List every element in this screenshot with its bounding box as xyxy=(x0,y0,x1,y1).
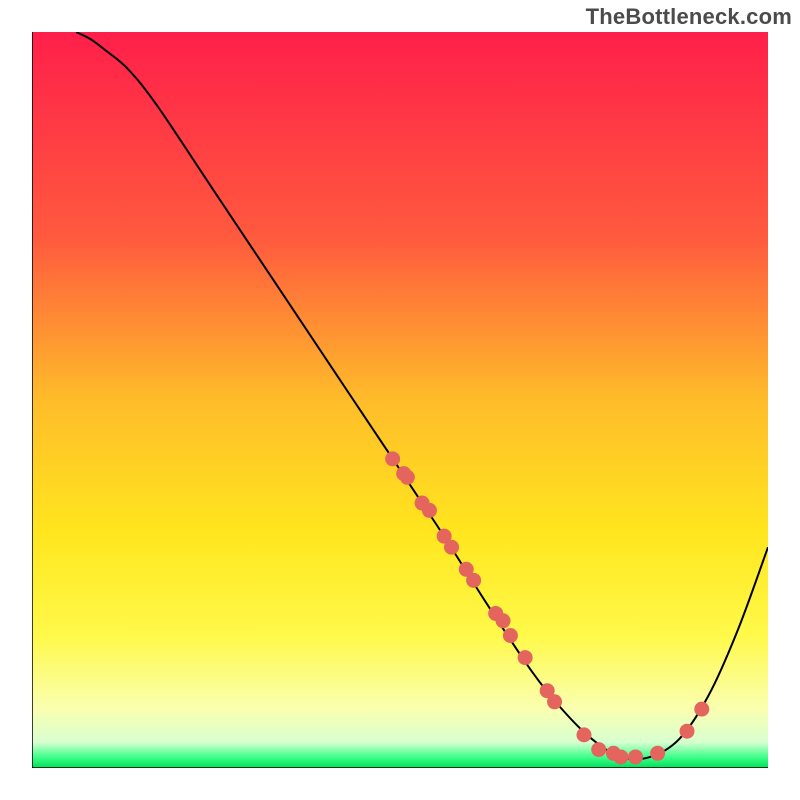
data-point xyxy=(628,749,643,764)
data-point xyxy=(591,742,606,757)
gradient-background xyxy=(32,32,768,768)
chart-frame: TheBottleneck.com xyxy=(0,0,800,800)
data-point xyxy=(694,702,709,717)
data-point xyxy=(503,628,518,643)
data-point xyxy=(577,727,592,742)
data-point xyxy=(680,724,695,739)
data-point xyxy=(444,540,459,555)
watermark-text: TheBottleneck.com xyxy=(586,4,792,30)
data-point xyxy=(422,503,437,518)
data-point xyxy=(466,573,481,588)
data-point xyxy=(385,451,400,466)
data-point xyxy=(496,613,511,628)
data-point xyxy=(518,650,533,665)
data-point xyxy=(613,749,628,764)
plot-area xyxy=(32,32,768,768)
data-point xyxy=(547,694,562,709)
chart-svg xyxy=(32,32,768,768)
data-point xyxy=(650,746,665,761)
data-point xyxy=(400,470,415,485)
